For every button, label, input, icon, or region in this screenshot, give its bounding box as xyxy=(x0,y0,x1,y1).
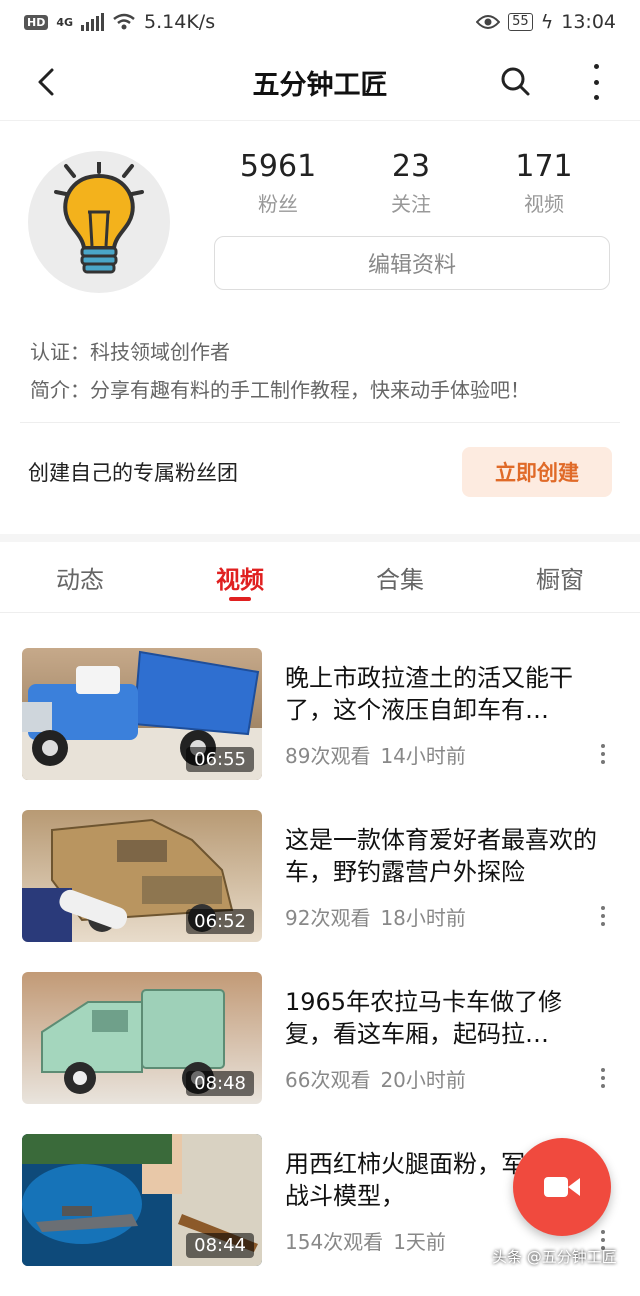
network-speed: 5.14K/s xyxy=(144,11,216,33)
video-item[interactable]: 08:48 1965年农拉马卡车做了修复，看这车厢，起码拉… 66次观看 20小时… xyxy=(0,972,640,1134)
video-meta: 66次观看 20小时前 xyxy=(285,1064,466,1093)
stat-videos[interactable]: 171 视频 xyxy=(484,149,604,217)
video-thumbnail[interactable]: 08:44 xyxy=(22,1134,262,1266)
stat-fans-count: 5961 xyxy=(239,149,317,184)
network-type: 4G xyxy=(56,15,74,29)
bio-text: 简介：分享有趣有料的手工制作教程，快来动手体验吧！ xyxy=(30,378,530,402)
video-time: 14小时前 xyxy=(380,744,466,768)
video-more-icon[interactable] xyxy=(600,744,606,764)
stat-following-label: 关注 xyxy=(391,192,431,216)
back-arrow-icon[interactable] xyxy=(28,62,68,102)
video-item[interactable]: 06:52 这是一款体育爱好者最喜欢的车，野钓露营户外探险 92次观看 18小时前 xyxy=(0,810,640,972)
video-meta: 89次观看 14小时前 xyxy=(285,740,466,769)
divider xyxy=(20,422,620,423)
video-duration: 06:52 xyxy=(186,909,254,934)
eye-icon xyxy=(476,15,501,29)
stat-videos-label: 视频 xyxy=(524,192,564,216)
video-meta: 154次观看 1天前 xyxy=(285,1226,446,1255)
record-video-button[interactable] xyxy=(513,1138,611,1236)
video-thumbnail[interactable]: 08:48 xyxy=(22,972,262,1104)
video-views: 89次观看 xyxy=(285,744,371,768)
stat-videos-count: 171 xyxy=(515,149,573,184)
tab-showcase[interactable]: 橱窗 xyxy=(480,542,640,612)
app-bar: 五分钟工匠 xyxy=(0,44,640,121)
charging-icon: ϟ xyxy=(540,11,554,33)
stat-fans[interactable]: 5961 粉丝 xyxy=(218,149,338,217)
video-time: 20小时前 xyxy=(380,1068,466,1092)
stat-following[interactable]: 23 关注 xyxy=(351,149,471,217)
stat-fans-label: 粉丝 xyxy=(258,192,298,216)
video-views: 92次观看 xyxy=(285,906,371,930)
video-item[interactable]: 06:55 晚上市政拉渣土的活又能干了，这个液压自卸车有… 89次观看 14小时前 xyxy=(0,648,640,810)
clock: 13:04 xyxy=(561,11,616,33)
lightbulb-icon xyxy=(54,162,144,274)
video-title[interactable]: 这是一款体育爱好者最喜欢的车，野钓露营户外探险 xyxy=(285,824,607,888)
status-bar: HD 4G 5.14K/s 55 ϟ 13:04 xyxy=(0,0,640,44)
video-thumbnail[interactable]: 06:55 xyxy=(22,648,262,780)
battery-icon: 55 xyxy=(508,13,533,31)
edit-profile-button[interactable]: 编辑资料 xyxy=(214,236,610,290)
video-duration: 06:55 xyxy=(186,747,254,772)
video-time: 18小时前 xyxy=(380,906,466,930)
wifi-icon xyxy=(113,13,135,30)
watermark: 头条 @五分钟工匠 xyxy=(492,1248,617,1266)
fan-group-row: 创建自己的专属粉丝团 立即创建 xyxy=(28,440,612,504)
video-thumbnail[interactable]: 06:52 xyxy=(22,810,262,942)
video-duration: 08:44 xyxy=(186,1233,254,1258)
video-views: 66次观看 xyxy=(285,1068,371,1092)
search-icon[interactable] xyxy=(496,62,536,102)
video-more-icon[interactable] xyxy=(600,906,606,926)
tab-bar: 动态 视频 合集 橱窗 xyxy=(0,542,640,613)
create-fan-group-button[interactable]: 立即创建 xyxy=(462,447,612,497)
stat-following-count: 23 xyxy=(391,149,431,184)
more-options-icon[interactable] xyxy=(590,64,602,100)
video-title[interactable]: 晚上市政拉渣土的活又能干了，这个液压自卸车有… xyxy=(285,662,607,726)
fan-group-text: 创建自己的专属粉丝团 xyxy=(28,461,238,485)
hd-badge: HD xyxy=(24,14,49,30)
avatar[interactable] xyxy=(28,151,170,293)
certification-text: 认证：科技领域创作者 xyxy=(30,340,230,364)
section-gap xyxy=(0,534,640,542)
video-camera-icon xyxy=(544,1177,580,1197)
video-time: 1天前 xyxy=(393,1230,446,1254)
video-views: 154次观看 xyxy=(285,1230,384,1254)
video-meta: 92次观看 18小时前 xyxy=(285,902,466,931)
signal-icon xyxy=(81,13,105,31)
video-duration: 08:48 xyxy=(186,1071,254,1096)
video-title[interactable]: 1965年农拉马卡车做了修复，看这车厢，起码拉… xyxy=(285,986,607,1050)
tab-collections[interactable]: 合集 xyxy=(320,542,480,612)
video-more-icon[interactable] xyxy=(600,1068,606,1088)
page-title: 五分钟工匠 xyxy=(252,69,388,101)
tab-feed[interactable]: 动态 xyxy=(0,542,160,612)
tab-videos[interactable]: 视频 xyxy=(160,542,320,612)
